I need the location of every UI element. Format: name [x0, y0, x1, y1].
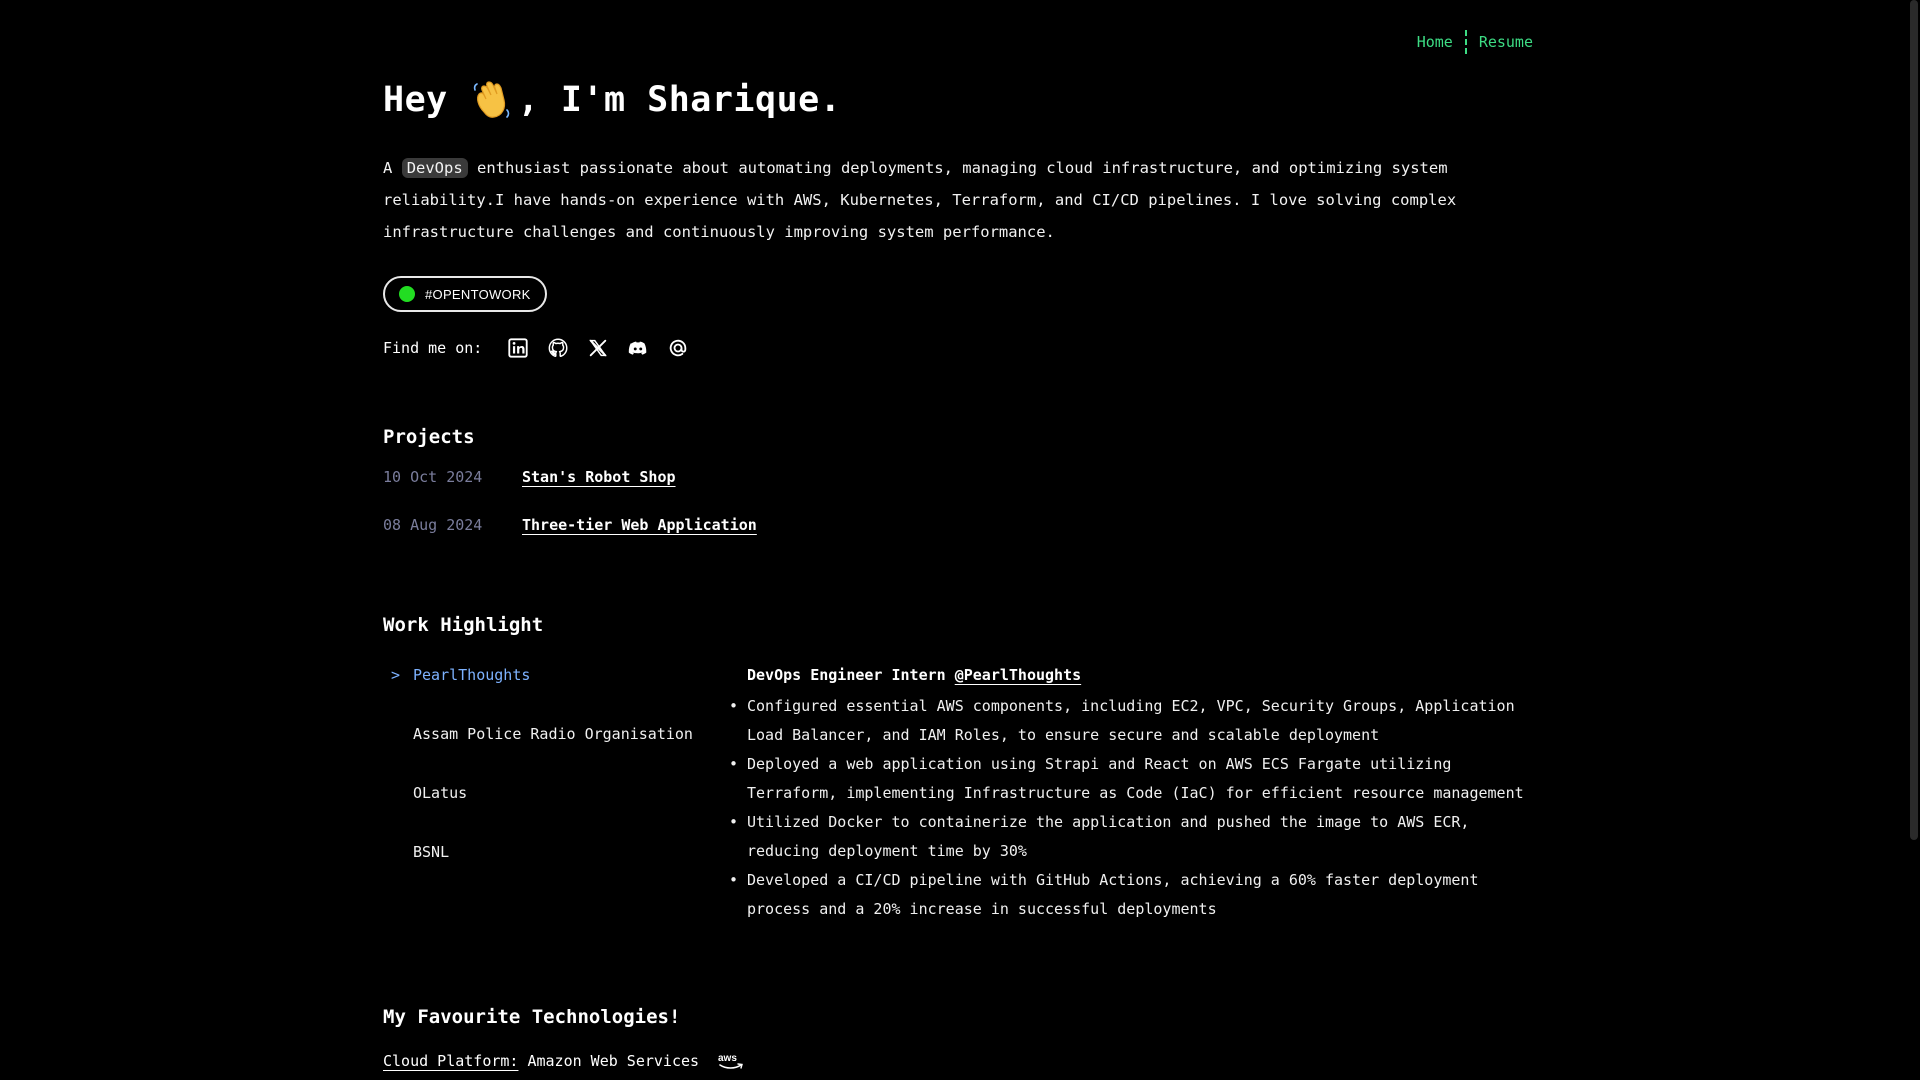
- project-link[interactable]: Three-tier Web Application: [522, 516, 757, 534]
- role-label: DevOps Engineer Intern: [747, 666, 946, 684]
- nav-resume-link[interactable]: Resume: [1479, 33, 1533, 51]
- intro-rest: enthusiast passionate about automating d…: [383, 159, 1457, 241]
- tech-category: Cloud Platform:: [383, 1052, 519, 1070]
- tech-heading: My Favourite Technologies!: [383, 1006, 681, 1028]
- work-tab-label: OLatus: [413, 784, 468, 802]
- tech-row: Cloud Platform: Amazon Web Services aws: [383, 1050, 745, 1072]
- work-detail-panel: DevOps Engineer Intern @PearlThoughts Co…: [729, 666, 1527, 924]
- work-company-list: > PearlThoughts Assam Police Radio Organ…: [391, 666, 693, 902]
- svg-text:aws: aws: [718, 1053, 737, 1064]
- social-links: Find me on:: [383, 336, 690, 360]
- open-to-work-badge[interactable]: #OPENTOWORK: [383, 276, 547, 312]
- at-icon[interactable]: [666, 336, 690, 360]
- chevron-right-icon: >: [391, 666, 401, 684]
- aws-logo-icon: aws: [718, 1053, 743, 1069]
- work-tab-assam-police[interactable]: Assam Police Radio Organisation: [413, 725, 693, 784]
- project-row: 08 Aug 2024 Three-tier Web Application: [383, 516, 757, 534]
- work-tab-bsnl[interactable]: BSNL: [413, 843, 693, 902]
- open-to-work-label: #OPENTOWORK: [425, 286, 531, 302]
- work-tab-label: Assam Police Radio Organisation: [413, 725, 693, 743]
- work-heading: Work Highlight: [383, 614, 544, 636]
- project-date: 10 Oct 2024: [383, 468, 483, 486]
- nav-home-link[interactable]: Home: [1417, 33, 1453, 51]
- greeting-end: , I'm Sharique.: [517, 80, 842, 120]
- projects-heading: Projects: [383, 426, 475, 448]
- project-link[interactable]: Stan's Robot Shop: [522, 468, 676, 486]
- page-scrollbar[interactable]: [1904, 0, 1920, 1080]
- work-role-title: DevOps Engineer Intern @PearlThoughts: [747, 666, 1527, 684]
- greeting-start: Hey: [383, 80, 448, 120]
- work-bullet-list: Configured essential AWS components, inc…: [729, 692, 1527, 924]
- work-bullet: Deployed a web application using Strapi …: [729, 750, 1527, 808]
- project-date: 08 Aug 2024: [383, 516, 483, 534]
- work-tab-label: PearlThoughts: [413, 666, 531, 684]
- work-bullet: Developed a CI/CD pipeline with GitHub A…: [729, 866, 1527, 924]
- work-bullet: Utilized Docker to containerize the appl…: [729, 808, 1527, 866]
- nav-divider: [1464, 30, 1467, 54]
- find-me-label: Find me on:: [383, 339, 483, 357]
- work-tab-label: BSNL: [413, 843, 450, 861]
- work-bullet: Configured essential AWS components, inc…: [729, 692, 1527, 750]
- waving-hand-icon: [473, 81, 510, 118]
- scrollbar-thumb[interactable]: [1910, 0, 1918, 840]
- hero-title: Hey , I'm Sharique.: [383, 78, 841, 122]
- status-dot: [399, 286, 415, 302]
- work-tab-olatus[interactable]: OLatus: [413, 784, 693, 843]
- work-tab-pearlthoughts[interactable]: > PearlThoughts: [391, 666, 693, 725]
- tech-value: Amazon Web Services: [527, 1052, 700, 1070]
- project-row: 10 Oct 2024 Stan's Robot Shop: [383, 468, 676, 486]
- x-icon[interactable]: [586, 336, 610, 360]
- discord-icon[interactable]: [626, 336, 650, 360]
- devops-chip: DevOps: [401, 158, 468, 178]
- intro-prefix: A: [383, 159, 393, 177]
- company-link[interactable]: @PearlThoughts: [955, 666, 1081, 684]
- github-icon[interactable]: [546, 336, 570, 360]
- linkedin-icon[interactable]: [506, 336, 530, 360]
- intro-text: A DevOps enthusiast passionate about aut…: [383, 152, 1513, 248]
- top-nav: Home Resume: [1417, 30, 1533, 54]
